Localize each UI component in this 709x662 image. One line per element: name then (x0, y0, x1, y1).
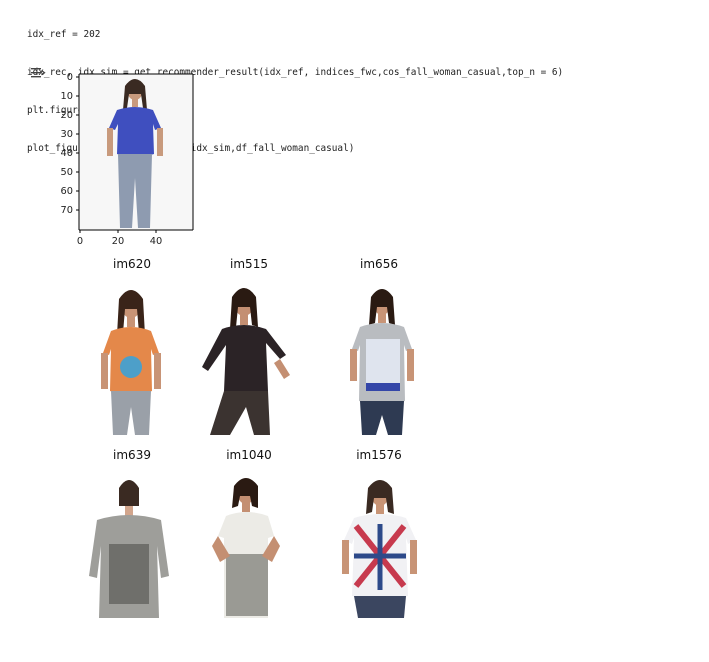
x-axis: 0 20 40 (77, 230, 162, 247)
recommendation-photo (320, 466, 438, 618)
y-tick-label: 30 (61, 129, 73, 140)
x-tick-label: 20 (112, 236, 124, 247)
y-tick-label: 50 (61, 167, 73, 178)
recommendation-photo (190, 275, 308, 435)
recommendation-title: im1576 (356, 448, 402, 462)
recommendation-photo (73, 466, 191, 618)
recommendation-photo (320, 275, 438, 435)
y-tick-label: 40 (61, 148, 73, 159)
recommendation-title: im620 (113, 257, 151, 271)
x-tick-label: 0 (77, 236, 83, 247)
reference-image-plot: 0 10 20 30 40 50 60 70 0 20 40 (61, 72, 194, 247)
x-tick-label: 40 (150, 236, 162, 247)
y-tick-label: 0 (67, 72, 73, 83)
recommendation-photo (190, 466, 308, 618)
recommendation-title: im1040 (226, 448, 272, 462)
y-tick-label: 60 (61, 186, 73, 197)
recommendation-title: im515 (230, 257, 268, 271)
recommendation-title: im656 (360, 257, 398, 271)
y-tick-label: 10 (61, 91, 73, 102)
y-axis: 0 10 20 30 40 50 60 70 (61, 72, 79, 216)
y-tick-label: 20 (61, 110, 73, 121)
code-line: idx_ref = 202 (27, 29, 101, 41)
recommendation-photo (73, 275, 191, 435)
y-tick-label: 70 (61, 205, 73, 216)
output-toggle-icon[interactable] (29, 66, 46, 80)
recommendation-title: im639 (113, 448, 151, 462)
